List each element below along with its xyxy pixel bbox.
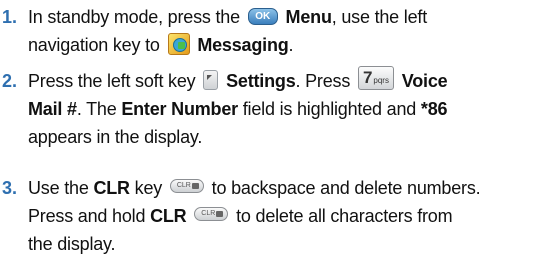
step-number: 3. (2, 178, 18, 198)
text-run: . The (76, 99, 122, 119)
messaging-label: Messaging (197, 35, 289, 55)
text-run: , use the left (331, 7, 428, 27)
text-run: navigation key to (28, 35, 165, 55)
step-line: In standby mode, press the OK Menu, use … (28, 3, 533, 31)
enter-number-label: Enter Number (121, 99, 238, 119)
key-digit: 7 (362, 68, 373, 88)
text-run: key (129, 178, 167, 198)
step-line: appears in the display. (28, 123, 533, 151)
text-run: Use the (28, 178, 94, 198)
messaging-icon (167, 33, 190, 56)
step-text: In standby mode, press the OK Menu, use … (28, 3, 533, 59)
menu-label: Menu (285, 7, 332, 27)
key-letters: pqrs (373, 76, 389, 86)
seven-pqrs-key-icon: 7pqrs (357, 66, 394, 91)
step-text: Use the CLR key CLR to backspace and del… (28, 174, 533, 258)
text-run: to backspace and delete numbers. (206, 178, 481, 198)
step-line: Press the left soft key Settings. Press … (28, 66, 533, 95)
text-run: . (288, 35, 294, 55)
mail-label: Mail # (28, 99, 77, 119)
step-line: navigation key to Messaging. (28, 31, 533, 59)
step-number: 2. (2, 71, 18, 91)
step-line: the display. (28, 230, 533, 258)
code-label: *86 (420, 99, 448, 119)
clr-key-icon: CLR (169, 179, 204, 194)
step-text: Press the left soft key Settings. Press … (28, 66, 533, 151)
left-soft-key-icon (203, 70, 219, 91)
text-run: In standby mode, press the (28, 7, 245, 27)
instructions: 1. In standby mode, press the OK Menu, u… (0, 0, 538, 264)
clr-label: CLR (150, 206, 187, 226)
ok-key-icon: OK (247, 7, 278, 25)
step-line: Press and hold CLR CLR to delete all cha… (28, 202, 533, 230)
clr-key-icon: CLR (194, 207, 229, 222)
step-line: Use the CLR key CLR to backspace and del… (28, 174, 533, 202)
settings-label: Settings (226, 71, 296, 91)
text-run: the display. (28, 234, 116, 254)
step-number: 1. (2, 7, 18, 27)
text-run: Press and hold (28, 206, 151, 226)
voice-label: Voice (401, 71, 448, 91)
clr-label: CLR (93, 178, 130, 198)
text-run: field is highlighted and (237, 99, 421, 119)
text-run: . Press (295, 71, 355, 91)
text-run: Press the left soft key (28, 71, 201, 91)
text-run: appears in the display. (28, 127, 203, 147)
step-line: Mail #. The Enter Number field is highli… (28, 95, 533, 123)
text-run: to delete all characters from (231, 206, 453, 226)
